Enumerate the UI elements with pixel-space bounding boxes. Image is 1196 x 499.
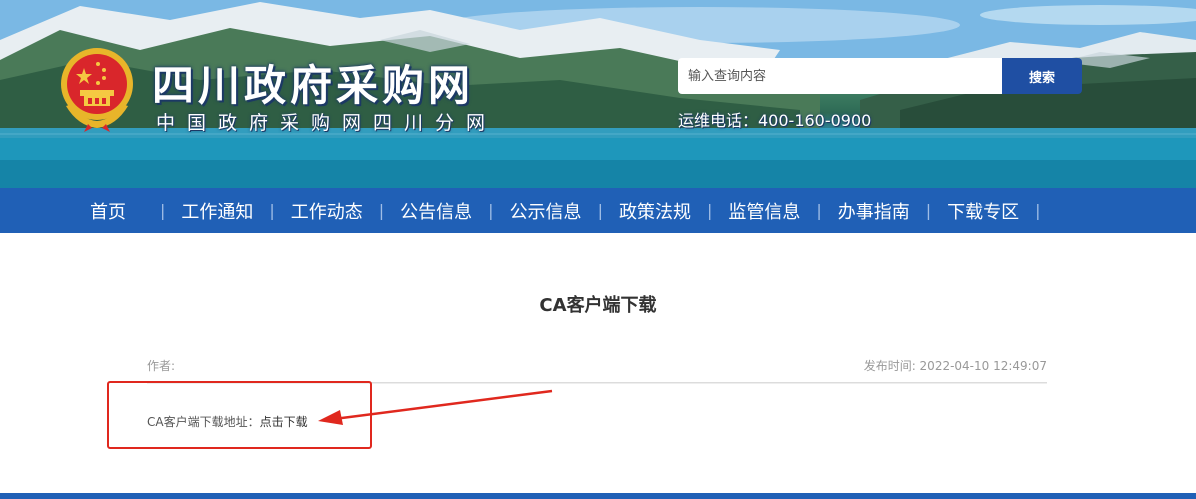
site-title: 四川政府采购网 [152,61,475,110]
main-nav: 首页 | 工作通知 | 工作动态 | 公告信息 | 公示信息 | 政策法规 | … [0,188,1196,233]
annotation-highlight-box [107,381,372,449]
search-button[interactable]: 搜索 [1002,58,1082,94]
article-publish-time: 发布时间: 2022-04-10 12:49:07 [863,359,1047,373]
footer-bar [0,493,1196,499]
nav-item-guides[interactable]: 办事指南 [822,198,926,224]
nav-item-work-notices[interactable]: 工作通知 [165,198,269,224]
nav-item-announcements[interactable]: 公告信息 [384,198,488,224]
nav-item-policies[interactable]: 政策法规 [603,198,707,224]
national-emblem-icon [61,48,133,132]
header-banner: 四川政府采购网 中国政府采购网四川分网 搜索 运维电话：400-160-0900 [0,0,1196,188]
nav-item-downloads[interactable]: 下载专区 [931,198,1035,224]
support-hotline: 运维电话：400-160-0900 [678,111,872,130]
search-input[interactable] [678,58,1002,94]
nav-item-supervision[interactable]: 监管信息 [712,198,816,224]
nav-item-home[interactable]: 首页 [72,198,160,224]
nav-list: 首页 | 工作通知 | 工作动态 | 公告信息 | 公示信息 | 政策法规 | … [72,188,1041,233]
nav-separator: | [1035,201,1041,220]
article-title: CA客户端下载 [539,295,657,316]
article-author: 作者: [147,359,176,373]
site-subtitle: 中国政府采购网四川分网 [156,112,498,134]
nav-item-work-news[interactable]: 工作动态 [275,198,379,224]
nav-item-public-notices[interactable]: 公示信息 [494,198,598,224]
